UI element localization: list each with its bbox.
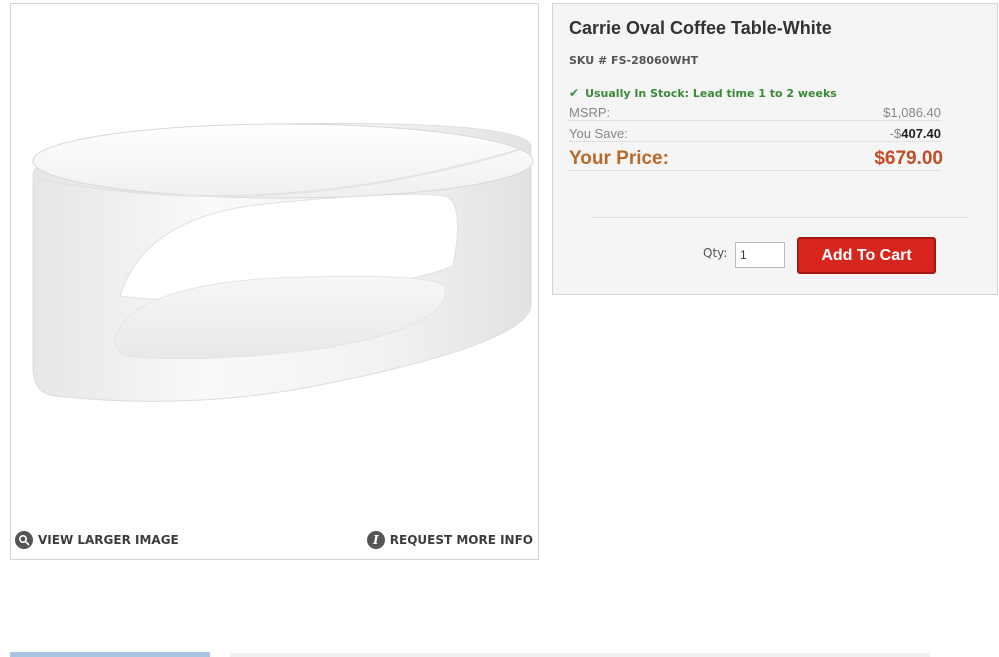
request-more-info-label: REQUEST MORE INFO	[389, 533, 533, 547]
qty-label: Qty:	[703, 246, 728, 260]
stock-status: ✔ Usually In Stock: Lead time 1 to 2 wee…	[569, 86, 837, 100]
your-price-value: $679.00	[874, 148, 943, 169]
msrp-value: $1,086.40	[883, 105, 941, 120]
bottom-divider	[230, 653, 930, 657]
qty-input[interactable]	[735, 242, 785, 268]
request-more-info-link[interactable]: i REQUEST MORE INFO	[366, 531, 533, 549]
product-sku: SKU # FS-28060WHT	[569, 54, 699, 67]
product-info-panel: Carrie Oval Coffee Table-White SKU # FS-…	[552, 3, 998, 295]
you-save-prefix: -$	[889, 126, 902, 141]
magnifier-icon	[15, 531, 33, 549]
stock-status-text: Usually In Stock: Lead time 1 to 2 weeks	[585, 86, 837, 100]
you-save-label: You Save:	[569, 126, 628, 141]
product-image[interactable]	[25, 116, 537, 421]
product-title: Carrie Oval Coffee Table-White	[569, 18, 832, 38]
product-image-panel: VIEW LARGER IMAGE i REQUEST MORE INFO	[10, 3, 539, 560]
you-save-value: -$407.40	[890, 126, 941, 141]
bottom-tab-strip	[10, 652, 210, 657]
you-save-amount: 407.40	[901, 126, 941, 141]
divider	[591, 217, 969, 218]
view-larger-image-link[interactable]: VIEW LARGER IMAGE	[15, 531, 179, 549]
add-to-cart-button[interactable]: Add To Cart	[797, 237, 936, 274]
info-icon: i	[366, 531, 385, 549]
you-save-row: You Save: -$407.40	[569, 126, 941, 142]
check-icon: ✔	[569, 86, 580, 100]
view-larger-image-label: VIEW LARGER IMAGE	[38, 533, 179, 547]
your-price-row: Your Price: $679.00	[569, 148, 943, 171]
your-price-label: Your Price:	[569, 148, 669, 169]
msrp-label: MSRP:	[569, 105, 611, 120]
msrp-row: MSRP: $1,086.40	[569, 105, 941, 121]
